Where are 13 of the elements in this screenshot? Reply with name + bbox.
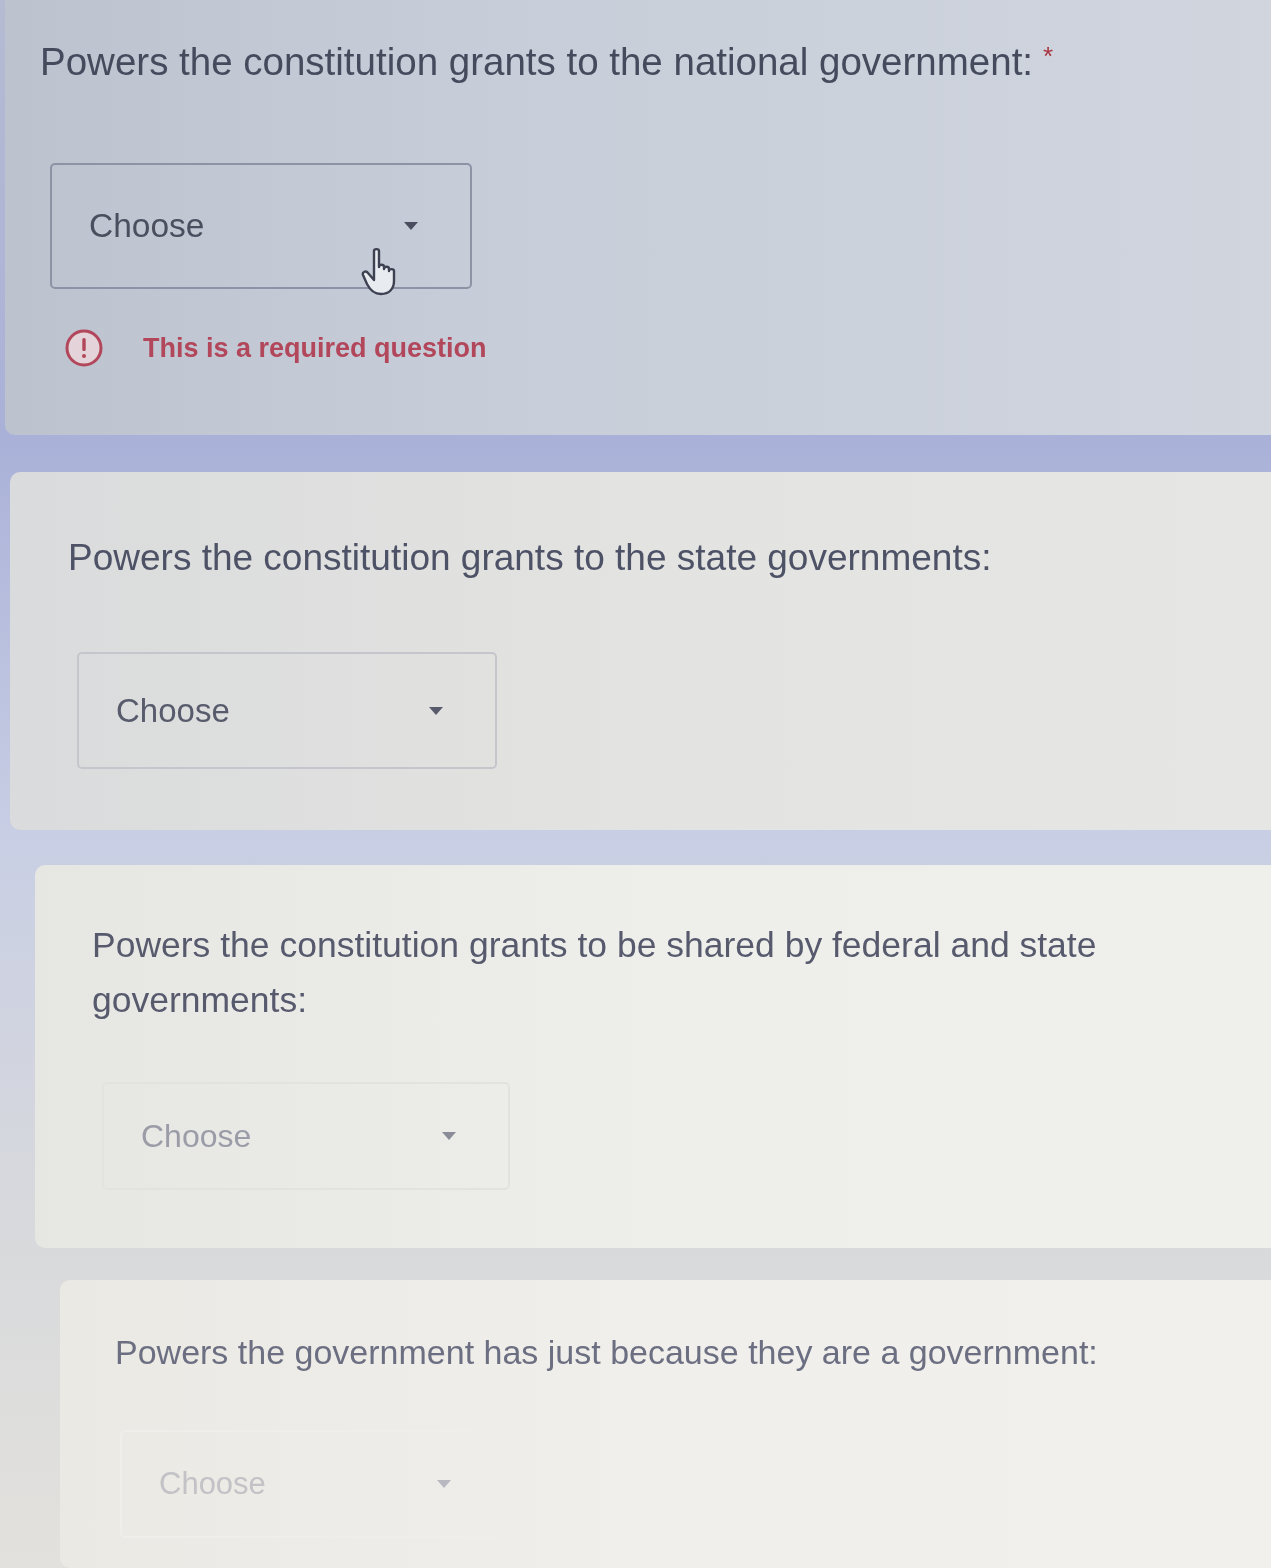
question-title: Powers the constitution grants to the state governments:	[68, 537, 992, 578]
choose-dropdown[interactable]: Choose	[77, 652, 497, 769]
choose-dropdown[interactable]: Choose	[50, 163, 472, 289]
required-asterisk: *	[1043, 41, 1054, 71]
error-message: This is a required question	[143, 332, 487, 364]
question-title: Powers the constitution grants to be shared by federal and state governments:	[92, 925, 1097, 1020]
caret-icon	[437, 1480, 451, 1488]
question-title: Powers the constitution grants to the national government:	[40, 40, 1034, 83]
error-icon	[65, 329, 103, 367]
caret-icon	[404, 222, 418, 230]
question-title: Powers the government has just because they are a government:	[115, 1333, 1098, 1371]
caret-icon	[442, 1132, 456, 1140]
caret-icon	[429, 706, 443, 715]
